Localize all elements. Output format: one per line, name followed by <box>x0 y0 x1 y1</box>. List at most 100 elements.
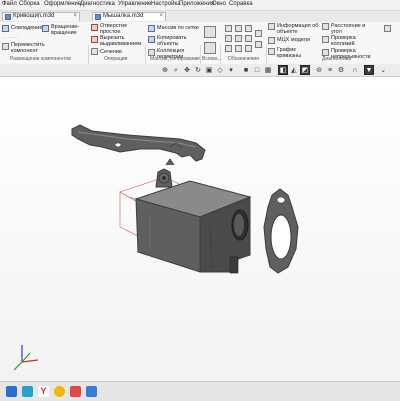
tolerance-icon[interactable] <box>235 45 242 52</box>
curvature-graph-icon <box>268 48 275 55</box>
menu-design[interactable]: Оформление <box>44 1 81 7</box>
coordinate-axes <box>13 345 39 371</box>
model-viewport[interactable] <box>0 77 400 381</box>
windows-icon[interactable] <box>6 386 17 397</box>
text-icon[interactable] <box>255 30 262 37</box>
menu-manage[interactable]: Управление <box>118 1 151 7</box>
menu-file[interactable]: Файл <box>2 1 17 7</box>
collision-check-icon <box>322 36 329 43</box>
taskbar: Y <box>0 381 400 401</box>
perspective-icon[interactable]: ◭ <box>289 65 299 75</box>
section-icon <box>91 48 98 55</box>
edge-icon[interactable] <box>22 386 33 397</box>
mass-properties-icon <box>268 37 275 44</box>
settings-icon[interactable]: ⚙ <box>336 65 346 75</box>
hole-icon <box>91 24 98 31</box>
grid-array-icon <box>148 25 155 32</box>
rotate-icon[interactable]: ↻ <box>193 65 203 75</box>
view-icon[interactable]: ▾ <box>226 65 236 75</box>
menu-diagnostics[interactable]: Диагностика <box>80 1 115 7</box>
table-icon[interactable] <box>255 41 262 48</box>
base-icon[interactable] <box>225 45 232 52</box>
coincidence-icon <box>2 25 9 32</box>
kompas-icon[interactable] <box>86 386 97 397</box>
thread-icon[interactable] <box>225 35 232 42</box>
menu-window[interactable]: Окно <box>212 1 226 7</box>
copy-objects-icon <box>148 36 155 43</box>
rotation-icon <box>42 25 49 32</box>
distance-angle-button[interactable]: Расстояние и угол <box>331 23 377 35</box>
orientation-icon[interactable]: ◇ <box>215 65 225 75</box>
menu-help[interactable]: Справка <box>229 1 253 7</box>
simple-hole-button[interactable]: Отверстие простое <box>100 23 134 35</box>
distance-angle-icon <box>322 23 329 30</box>
move-component-button[interactable]: Переместить компонент <box>0 42 51 54</box>
zen-icon[interactable] <box>70 386 81 397</box>
axis-icon[interactable] <box>204 42 216 54</box>
shaded-icon[interactable]: ■ <box>241 65 251 75</box>
yandex-icon[interactable]: Y <box>38 386 49 397</box>
tab-crank[interactable]: Кривошип.m3d × <box>2 12 80 21</box>
hidden-lines-icon[interactable]: ◩ <box>300 65 310 75</box>
layers-icon[interactable]: ≡ <box>325 65 335 75</box>
grid-array-button[interactable]: Массив по сетке <box>157 25 199 31</box>
cortana-icon[interactable] <box>54 386 65 397</box>
dimension-icon[interactable] <box>225 25 232 32</box>
extrude-cut-icon <box>91 36 98 43</box>
plane-icon[interactable] <box>204 26 216 38</box>
fit-icon[interactable]: ▣ <box>204 65 214 75</box>
crank-lever[interactable] <box>71 124 206 162</box>
menu-settings[interactable]: Настройка <box>151 1 181 7</box>
group-label-array: Массив, копирование <box>150 56 201 62</box>
angle-icon[interactable] <box>245 25 252 32</box>
model-canvas[interactable] <box>0 77 400 381</box>
edges-icon[interactable]: ▦ <box>263 65 273 75</box>
zoom-area-icon[interactable]: ⌕ <box>171 65 181 75</box>
object-info-icon <box>268 23 275 30</box>
curvature-graph-button[interactable]: График кривизны <box>277 47 317 59</box>
ribbon-toolbar: Совпадение Вращение-вращение ········· П… <box>0 22 400 83</box>
housing-block[interactable] <box>134 158 252 274</box>
menu-bar: Файл Сборка Оформление Диагностика Управ… <box>0 0 400 11</box>
filter-icon[interactable]: ▼ <box>364 65 374 75</box>
rotation-rotation-button[interactable]: Вращение-вращение <box>51 24 83 36</box>
zoom-icon[interactable]: ⊕ <box>160 65 170 75</box>
wireframe-icon[interactable]: □ <box>252 65 262 75</box>
group-label-components: Размещение компонентов <box>10 56 71 62</box>
close-icon[interactable]: × <box>73 13 77 19</box>
menu-apps[interactable]: Приложения <box>179 1 214 7</box>
mass-properties-button[interactable]: МЦХ модели <box>277 37 310 43</box>
radius-icon[interactable] <box>235 25 242 32</box>
copy-objects-button[interactable]: Копировать объекты <box>157 35 193 47</box>
group-label-diagnostics: Диагностика <box>322 56 351 62</box>
menu-assembly[interactable]: Сборка <box>19 1 40 7</box>
coincidence-button[interactable]: Совпадение <box>11 25 42 31</box>
tab-crank-label: Кривошип.m3d <box>13 13 55 19</box>
object-info-button[interactable]: Информация об объекте <box>277 23 321 35</box>
chevron-down-icon[interactable]: ⌄ <box>378 65 388 75</box>
part-icon <box>5 14 11 20</box>
ring-part[interactable] <box>263 188 299 274</box>
close-icon[interactable]: × <box>159 13 163 19</box>
extrude-cut-button[interactable]: Вырезать выдавливанием <box>100 35 141 47</box>
more-icon[interactable] <box>384 25 391 32</box>
view-toolbar: ⊕ ⌕ ✥ ↻ ▣ ◇ ▾ ■ □ ▦ ◧ ◭ ◩ ⊘ ≡ ⚙ ∩ ▼ ⌄ <box>0 64 400 77</box>
group-label-operations: Операции <box>104 56 128 62</box>
collision-check-button[interactable]: Проверка коллизий <box>331 35 377 47</box>
tab-mousetrap[interactable]: Мышалка.m3d × <box>92 12 166 21</box>
magnet-icon[interactable]: ∩ <box>350 65 360 75</box>
display-mode-icon[interactable]: ◧ <box>278 65 288 75</box>
group-label-markup: Обозначения <box>228 56 259 62</box>
group-label-aux: Вспом... <box>202 56 221 62</box>
mark-icon[interactable] <box>245 45 252 52</box>
continuity-check-icon <box>322 49 329 56</box>
leader-icon[interactable] <box>235 35 242 42</box>
geometry-collection-icon <box>148 49 155 56</box>
tab-mousetrap-label: Мышалка.m3d <box>103 13 144 19</box>
section-button[interactable]: Сечение <box>100 49 122 55</box>
pan-icon[interactable]: ✥ <box>182 65 192 75</box>
assembly-icon <box>95 14 101 20</box>
placeholder-text: ········· <box>2 35 19 41</box>
section-view-icon[interactable]: ⊘ <box>314 65 324 75</box>
roughness-icon[interactable] <box>245 35 252 42</box>
